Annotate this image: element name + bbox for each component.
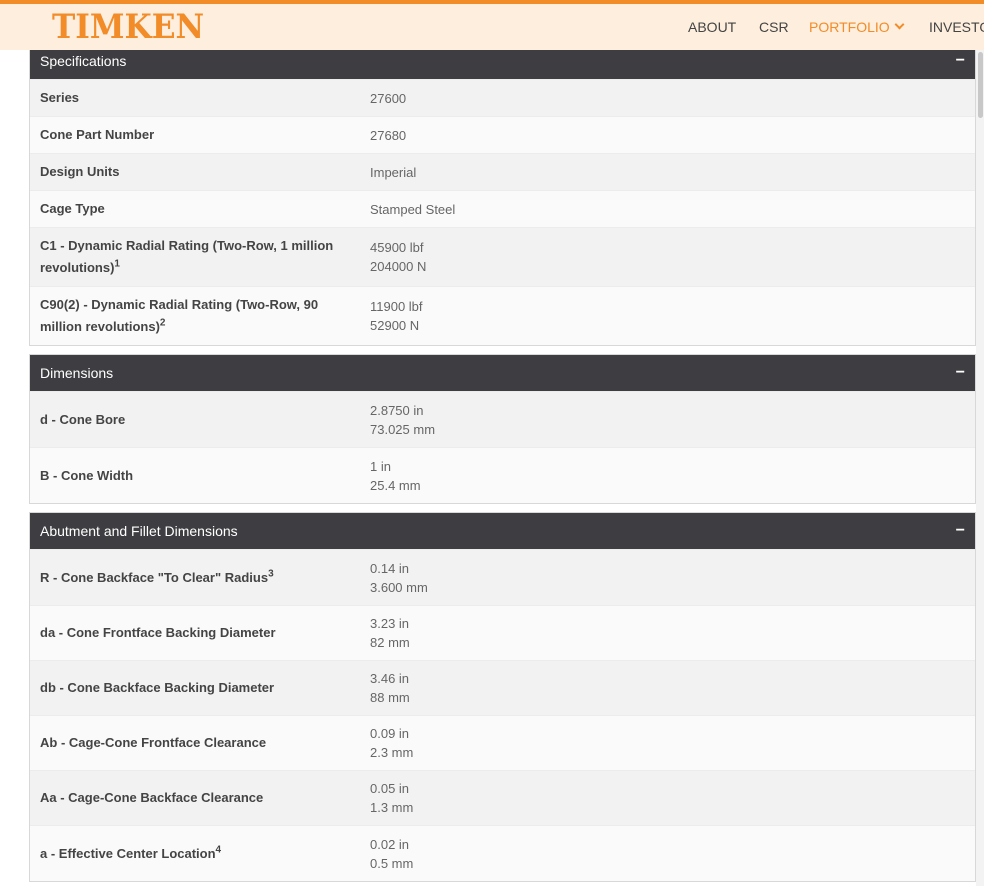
dimension-label: d - Cone Bore — [40, 411, 126, 427]
abutment-label: db - Cone Backface Backing Diameter — [40, 680, 275, 695]
abutment-label: Aa - Cage-Cone Backface Clearance — [40, 790, 264, 805]
collapse-icon[interactable]: − — [956, 355, 965, 391]
table-row: B - Cone Width 1 in 25.4 mm — [30, 447, 975, 503]
spec-value: 45900 lbf 204000 N — [370, 240, 427, 274]
table-row: Ab - Cage-Cone Frontface Clearance 0.09 … — [30, 715, 975, 770]
spec-label: C90(2) - Dynamic Radial Rating (Two-Row,… — [40, 297, 319, 334]
footnote-ref[interactable]: 1 — [114, 259, 120, 270]
site-header: TIMKEN ABOUT CSR PORTFOLIO INVESTORS — [0, 0, 984, 50]
abutment-header[interactable]: Abutment and Fillet Dimensions − — [30, 513, 975, 549]
abutment-label: a - Effective Center Location4 — [40, 844, 222, 861]
table-row: C90(2) - Dynamic Radial Rating (Two-Row,… — [30, 286, 975, 345]
abutment-label: da - Cone Frontface Backing Diameter — [40, 625, 276, 640]
abutment-value: 3.23 in 82 mm — [370, 616, 410, 650]
abutment-value: 0.09 in 2.3 mm — [370, 726, 414, 760]
abutment-panel: Abutment and Fillet Dimensions − R - Con… — [29, 512, 976, 882]
abutment-value: 3.46 in 88 mm — [370, 671, 410, 705]
abutment-label: Ab - Cage-Cone Frontface Clearance — [40, 735, 267, 750]
nav-csr[interactable]: CSR — [759, 4, 789, 50]
spec-label: Design Units — [40, 164, 120, 179]
spec-value: Stamped Steel — [370, 201, 456, 217]
spec-value: 27680 — [370, 127, 407, 143]
abutment-value: 0.14 in 3.600 mm — [370, 560, 428, 595]
spec-label: Cone Part Number — [40, 127, 155, 142]
abutment-label: R - Cone Backface "To Clear" Radius3 — [40, 568, 274, 585]
nav-investors[interactable]: INVESTORS — [929, 4, 984, 50]
spec-label: C1 - Dynamic Radial Rating (Two-Row, 1 m… — [40, 238, 334, 275]
table-row: db - Cone Backface Backing Diameter 3.46… — [30, 660, 975, 715]
dimension-label: B - Cone Width — [40, 467, 134, 483]
footnote-ref[interactable]: 2 — [160, 318, 166, 329]
scrollbar-track[interactable] — [976, 50, 984, 886]
spec-value: Imperial — [370, 164, 417, 180]
table-row: R - Cone Backface "To Clear" Radius3 0.1… — [30, 549, 975, 605]
table-row: Cone Part Number 27680 — [30, 116, 975, 153]
nav-about[interactable]: ABOUT — [688, 4, 736, 50]
dimensions-panel: Dimensions − d - Cone Bore 2.8750 in 73.0… — [29, 354, 976, 504]
chevron-down-icon — [894, 19, 905, 30]
collapse-icon[interactable]: − — [956, 513, 965, 549]
table-row: Series 27600 — [30, 79, 975, 116]
dimensions-header[interactable]: Dimensions − — [30, 355, 975, 391]
footnote-ref[interactable]: 3 — [268, 568, 274, 579]
specifications-title: Specifications — [40, 53, 127, 69]
table-row: C1 - Dynamic Radial Rating (Two-Row, 1 m… — [30, 227, 975, 286]
scrollbar-thumb[interactable] — [978, 52, 983, 118]
abutment-value: 0.05 in 1.3 mm — [370, 781, 414, 815]
dimensions-title: Dimensions — [40, 365, 114, 381]
dimension-value: 1 in 25.4 mm — [370, 458, 421, 493]
table-row: d - Cone Bore 2.8750 in 73.025 mm — [30, 391, 975, 447]
specifications-panel: Specifications − Series 27600 Cone Part … — [29, 42, 976, 346]
table-row: da - Cone Frontface Backing Diameter 3.2… — [30, 605, 975, 660]
table-row: Design Units Imperial — [30, 153, 975, 190]
dimension-value: 2.8750 in 73.025 mm — [370, 402, 436, 437]
footnote-ref[interactable]: 4 — [216, 844, 222, 855]
abutment-title: Abutment and Fillet Dimensions — [40, 523, 238, 539]
spec-value: 11900 lbf 52900 N — [370, 299, 423, 333]
spec-value: 27600 — [370, 90, 407, 106]
timken-logo[interactable]: TIMKEN — [52, 7, 204, 47]
abutment-value: 0.02 in 0.5 mm — [370, 836, 414, 871]
table-row: a - Effective Center Location4 0.02 in 0.… — [30, 825, 975, 881]
table-row: Cage Type Stamped Steel — [30, 190, 975, 227]
spec-label: Series — [40, 90, 80, 105]
table-row: Aa - Cage-Cone Backface Clearance 0.05 i… — [30, 770, 975, 825]
spec-label: Cage Type — [40, 201, 105, 216]
nav-portfolio[interactable]: PORTFOLIO — [809, 4, 905, 50]
nav-portfolio-label: PORTFOLIO — [809, 19, 890, 35]
